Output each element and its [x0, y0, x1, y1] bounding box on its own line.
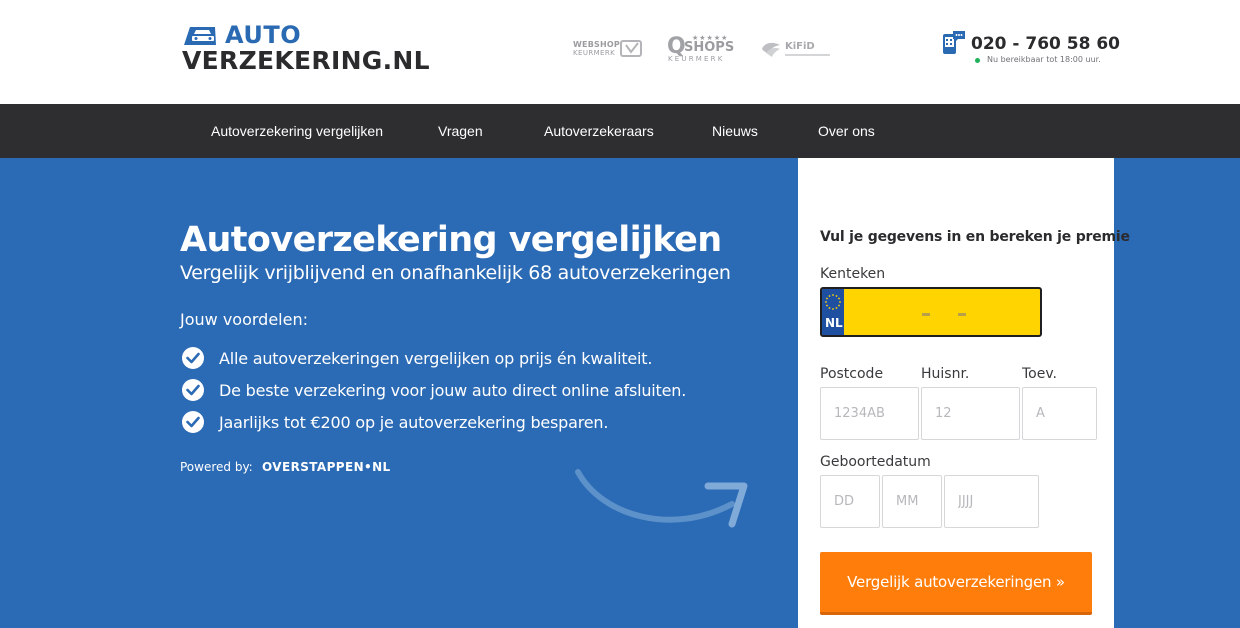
license-plate-field[interactable]: NL — [820, 287, 1042, 337]
huisnr-input[interactable] — [922, 388, 1019, 439]
kenteken-input[interactable] — [846, 289, 1040, 335]
phone-number-link[interactable]: 020 - 760 58 60 — [971, 34, 1120, 54]
nav-item-nieuws[interactable]: Nieuws — [712, 104, 758, 158]
eu-band: NL — [822, 289, 844, 335]
eu-stars-icon — [825, 294, 841, 310]
birth-day-field[interactable] — [820, 475, 880, 528]
car-icon — [184, 27, 216, 45]
qshops-keurmerk-badge[interactable]: Q ★★★★★ SHOPS KEURMERK — [667, 34, 737, 66]
toevoeging-input[interactable] — [1023, 388, 1096, 439]
qshops-shops-text: SHOPS — [684, 40, 735, 55]
webshop-badge-line2: KEURMERK — [573, 49, 616, 57]
birth-month-field[interactable] — [882, 475, 942, 528]
nav-item-over-ons[interactable]: Over ons — [818, 104, 875, 158]
check-circle-icon — [182, 411, 204, 433]
site-header: AUTO VERZEKERING.NL WEBSHOP KEURMERK Q ★… — [0, 0, 1240, 104]
form-title: Vul je gegevens in en bereken je premie — [820, 229, 1130, 245]
page-subtitle: Vergelijk vrijblijvend en onafhankelijk … — [180, 262, 731, 284]
webshop-keurmerk-badge[interactable]: WEBSHOP KEURMERK — [573, 40, 643, 60]
birth-month-input[interactable] — [883, 476, 941, 527]
birth-year-input[interactable] — [945, 476, 1038, 527]
kifid-subline — [785, 54, 830, 56]
kenteken-label: Kenteken — [820, 266, 886, 282]
page-title: Autoverzekering vergelijken — [180, 220, 722, 260]
overstappen-logo[interactable]: OVERSTAPPEN•NL — [262, 460, 391, 474]
benefit-text: Alle autoverzekeringen vergelijken op pr… — [219, 349, 653, 368]
compare-submit-button[interactable]: Vergelijk autoverzekeringen » — [820, 552, 1092, 615]
kifid-icon — [762, 42, 780, 57]
benefit-text: De beste verzekering voor jouw auto dire… — [219, 381, 687, 400]
curved-arrow-icon — [575, 469, 748, 528]
nav-item-autoverzekering-vergelijken[interactable]: Autoverzekering vergelijken — [211, 104, 383, 158]
benefits-heading: Jouw voordelen: — [180, 310, 308, 329]
nav-item-vragen[interactable]: Vragen — [438, 104, 483, 158]
premium-form-card: Vul je gegevens in en bereken je premie … — [798, 158, 1130, 628]
check-circle-icon — [182, 379, 204, 401]
kifid-badge[interactable]: KiFiD — [760, 39, 832, 61]
toevoeging-field[interactable] — [1022, 387, 1097, 440]
huisnr-field[interactable] — [921, 387, 1020, 440]
phone-chat-icon — [943, 31, 965, 54]
postcode-label: Postcode — [820, 366, 884, 382]
check-circle-icon — [182, 347, 204, 369]
logo-text-verzekering: VERZEKERING.NL — [182, 46, 430, 75]
postcode-field[interactable] — [820, 387, 919, 440]
birth-year-field[interactable] — [944, 475, 1039, 528]
benefit-text: Jaarlijks tot €200 op je autoverzekering… — [219, 413, 609, 432]
site-logo[interactable]: AUTO VERZEKERING.NL — [182, 21, 430, 78]
webshop-badge-line1: WEBSHOP — [573, 40, 620, 49]
birth-day-input[interactable] — [821, 476, 879, 527]
qshops-keurmerk-text: KEURMERK — [668, 55, 725, 63]
logo-text-auto: AUTO — [225, 21, 302, 49]
kifid-text: KiFiD — [785, 41, 815, 52]
geboortedatum-label: Geboortedatum — [820, 454, 931, 470]
check-shield-icon — [620, 40, 642, 57]
nav-item-autoverzekeraars[interactable]: Autoverzekeraars — [544, 104, 654, 158]
plate-country-code: NL — [825, 316, 843, 330]
online-status-dot — [975, 58, 980, 63]
toev-label: Toev. — [1022, 366, 1057, 382]
postcode-input[interactable] — [821, 388, 918, 439]
powered-by-label: Powered by: — [180, 460, 253, 474]
hero-right-strip — [1114, 158, 1240, 628]
phone-availability-text: Nu bereikbaar tot 18:00 uur. — [987, 55, 1101, 64]
huisnr-label: Huisnr. — [921, 366, 970, 382]
main-nav: Autoverzekering vergelijken Vragen Autov… — [0, 104, 1240, 158]
